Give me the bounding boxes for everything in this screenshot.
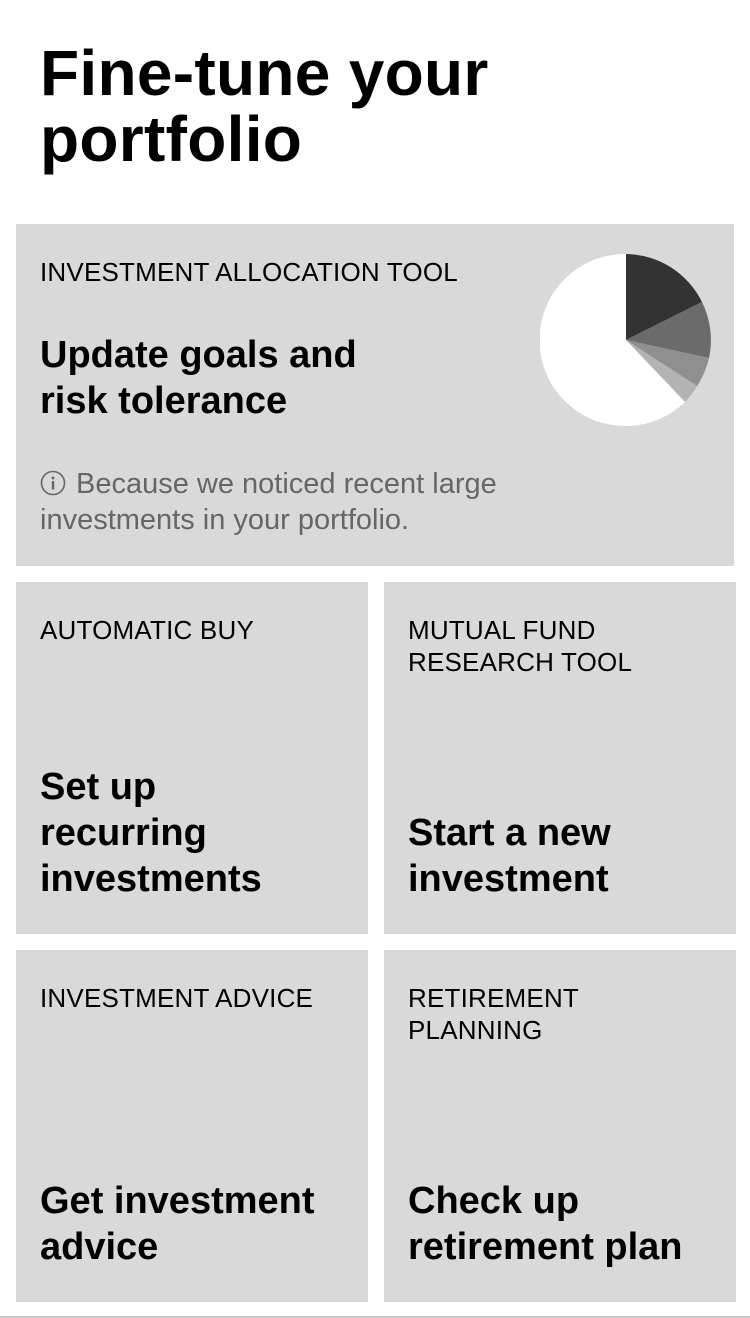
card-heading-line-2: investment [408,858,609,900]
pie-chart-icon [540,254,711,426]
card-heading-line-1: Update goals and [40,334,357,376]
card-eyebrow: RETIREMENT PLANNING [408,982,718,1046]
card-eyebrow: AUTOMATIC BUY [40,614,350,646]
card-heading: Update goals and risk tolerance [40,332,460,424]
card-eyebrow-line-1: INVESTMENT ADVICE [40,983,314,1013]
card-note-line-2: investments in your portfolio. [40,504,410,536]
card-eyebrow-line-2: RESEARCH TOOL [408,647,633,677]
card-heading: Check up retirement plan [408,1178,718,1270]
page-title-line-1: Fine-tune your [40,37,489,109]
card-heading-line-1: Start a new [408,812,611,854]
card-note-line-1: Because we noticed recent large [76,468,497,500]
card-heading-line-2: retirement plan [408,1226,683,1268]
page-title-line-2: portfolio [40,103,303,175]
card-heading-line-2: recurring [40,812,207,854]
card-heading: Start a new investment [408,810,718,902]
info-circle-icon [40,470,66,496]
automatic-buy-card[interactable]: AUTOMATIC BUY Set up recurring investmen… [16,582,368,934]
card-eyebrow-line-1: AUTOMATIC BUY [40,615,254,645]
page-title: Fine-tune your portfolio [40,40,660,172]
investment-allocation-card[interactable]: INVESTMENT ALLOCATION TOOL Update goals … [16,224,734,566]
card-eyebrow: INVESTMENT ADVICE [40,982,350,1014]
card-eyebrow: MUTUAL FUND RESEARCH TOOL [408,614,718,678]
card-heading-line-3: investments [40,858,262,900]
card-eyebrow: INVESTMENT ALLOCATION TOOL [40,257,458,287]
mutual-fund-research-card[interactable]: MUTUAL FUND RESEARCH TOOL Start a new in… [384,582,736,934]
card-eyebrow-line-1: MUTUAL FUND [408,615,596,645]
card-eyebrow-line-2: PLANNING [408,1015,543,1045]
card-heading-line-1: Get investment [40,1180,315,1222]
card-heading-line-2: advice [40,1226,159,1268]
card-heading: Set up recurring investments [40,764,350,902]
card-heading-line-1: Set up [40,766,157,808]
card-eyebrow-line-1: RETIREMENT [408,983,579,1013]
card-heading: Get investment advice [40,1178,350,1270]
retirement-planning-card[interactable]: RETIREMENT PLANNING Check up retirement … [384,950,736,1302]
card-note: Because we noticed recent large investme… [40,466,600,538]
card-heading-line-1: Check up [408,1180,580,1222]
investment-advice-card[interactable]: INVESTMENT ADVICE Get investment advice [16,950,368,1302]
card-heading-line-2: risk tolerance [40,380,288,422]
